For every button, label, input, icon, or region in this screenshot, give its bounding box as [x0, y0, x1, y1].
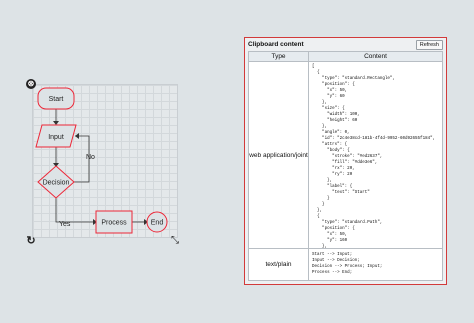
- node-process[interactable]: Process: [95, 210, 133, 234]
- row-content: Start --> Input; Input --> Decision; Dec…: [312, 253, 383, 275]
- clipboard-panel: Clipboard content Refresh Type Content w…: [244, 37, 447, 285]
- table-row: web application/joint [ { "type": "stand…: [248, 61, 443, 249]
- row-type: web application/joint: [248, 61, 309, 249]
- edge-label-yes: Yes: [59, 221, 71, 228]
- clipboard-title: Clipboard content: [248, 41, 304, 48]
- table-row: text/plain Start --> Input; Input --> De…: [248, 248, 443, 281]
- row-content: [ { "type": "standard.Rectangle", "posit…: [312, 65, 436, 248]
- node-decision[interactable]: Decision: [37, 165, 75, 199]
- node-input-label: Input: [48, 134, 64, 141]
- row-content-cell: Start --> Input; Input --> Decision; Dec…: [308, 248, 443, 281]
- row-content-cell: [ { "type": "standard.Rectangle", "posit…: [308, 61, 443, 249]
- clipboard-header: Clipboard content Refresh: [245, 38, 446, 51]
- clipboard-table: Type Content web application/joint [ { "…: [248, 51, 443, 281]
- link-decision-process-yes[interactable]: [55, 198, 96, 223]
- table-header-row: Type Content: [248, 51, 443, 62]
- content-scroll-area[interactable]: [ { "type": "standard.Rectangle", "posit…: [309, 62, 442, 248]
- column-header-type: Type: [248, 51, 309, 62]
- content-scroll-area[interactable]: Start --> Input; Input --> Decision; Dec…: [309, 249, 442, 280]
- node-end[interactable]: End: [146, 211, 168, 233]
- node-start-label: Start: [49, 96, 64, 103]
- column-header-content: Content: [308, 51, 443, 62]
- rotate-icon[interactable]: ↻: [26, 235, 36, 246]
- node-process-label: Process: [101, 220, 127, 227]
- resize-icon[interactable]: ⤡: [170, 236, 180, 246]
- node-input[interactable]: Input: [35, 124, 77, 148]
- arrowhead: [53, 121, 59, 125]
- node-decision-label: Decision: [43, 180, 70, 187]
- node-end-label: End: [151, 220, 164, 227]
- node-start[interactable]: Start: [37, 87, 75, 110]
- arrowhead: [75, 133, 79, 139]
- refresh-button[interactable]: Refresh: [415, 39, 443, 50]
- edge-label-no: No: [86, 154, 95, 161]
- row-type: text/plain: [248, 248, 309, 281]
- remove-icon[interactable]: ⊗: [26, 79, 36, 89]
